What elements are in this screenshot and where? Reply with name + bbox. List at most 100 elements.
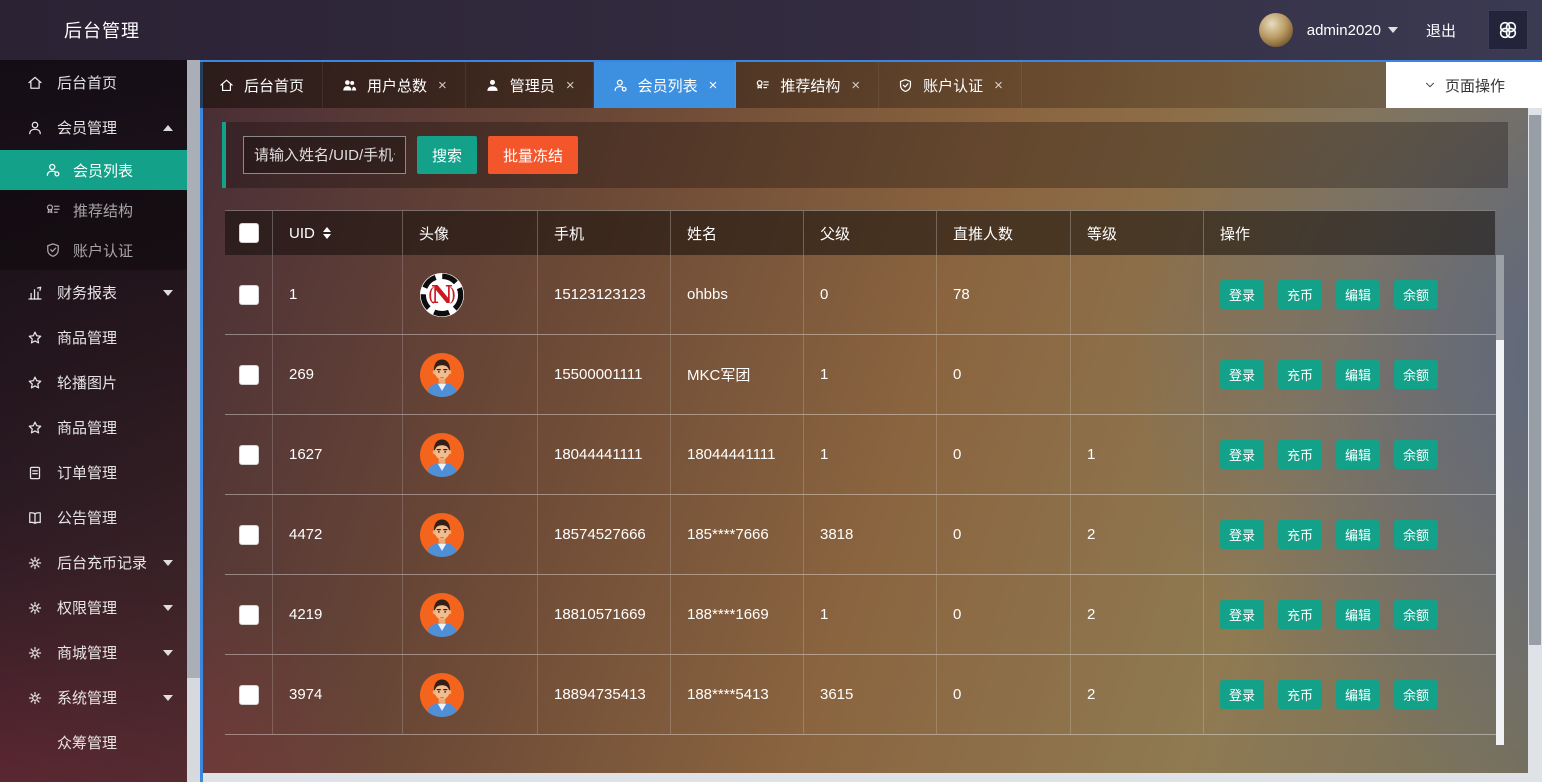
- shield-icon: [897, 77, 914, 94]
- droplet-icon: [26, 734, 44, 752]
- sidebar-item-3[interactable]: 推荐结构: [0, 190, 187, 230]
- login-button[interactable]: 登录: [1220, 520, 1264, 549]
- user-avatar[interactable]: [1259, 13, 1293, 47]
- login-button[interactable]: 登录: [1220, 680, 1264, 709]
- tab-0[interactable]: 后台首页: [200, 62, 323, 108]
- table-scrollbar[interactable]: [1496, 255, 1504, 745]
- login-button[interactable]: 登录: [1220, 440, 1264, 469]
- tab-1[interactable]: 用户总数 ×: [323, 62, 466, 108]
- sidebar-item-label: 系统管理: [57, 687, 163, 708]
- sidebar-item-10[interactable]: 公告管理: [0, 495, 187, 540]
- sidebar-item-6[interactable]: 商品管理: [0, 315, 187, 360]
- tab-close-icon[interactable]: ×: [709, 77, 718, 94]
- recharge-button[interactable]: 充币: [1278, 520, 1322, 549]
- sidebar-scrollbar[interactable]: [187, 60, 200, 782]
- column-label: UID: [289, 225, 315, 242]
- row-checkbox[interactable]: [239, 445, 259, 465]
- search-button[interactable]: 搜索: [417, 136, 477, 174]
- login-button[interactable]: 登录: [1220, 600, 1264, 629]
- sidebar-item-4[interactable]: 账户认证: [0, 230, 187, 270]
- tab-close-icon[interactable]: ×: [566, 77, 575, 94]
- sidebar-item-12[interactable]: 权限管理: [0, 585, 187, 630]
- cell-value: 4219: [289, 606, 322, 623]
- edit-button[interactable]: 编辑: [1336, 520, 1380, 549]
- referrals-cell: 0: [937, 415, 1071, 494]
- tab-4[interactable]: 推荐结构×: [736, 62, 879, 108]
- edit-button[interactable]: 编辑: [1336, 440, 1380, 469]
- row-checkbox[interactable]: [239, 525, 259, 545]
- tab-3[interactable]: 会员列表×: [594, 62, 737, 108]
- tab-close-icon[interactable]: ×: [438, 77, 447, 94]
- sidebar-item-8[interactable]: 商品管理: [0, 405, 187, 450]
- avatar-cell: [403, 575, 538, 654]
- actions-cell: 登录充币编辑余额: [1204, 415, 1496, 494]
- balance-button[interactable]: 余额: [1394, 600, 1438, 629]
- tab-label: 用户总数: [367, 75, 427, 96]
- recharge-button[interactable]: 充币: [1278, 600, 1322, 629]
- sidebar-item-0[interactable]: 后台首页: [0, 60, 187, 105]
- sidebar-scrollbar-thumb[interactable]: [187, 60, 200, 678]
- referrals-cell: 0: [937, 655, 1071, 734]
- theme-toggle-button[interactable]: [1488, 10, 1528, 50]
- balance-button[interactable]: 余额: [1394, 680, 1438, 709]
- row-checkbox[interactable]: [239, 685, 259, 705]
- row-checkbox[interactable]: [239, 605, 259, 625]
- balance-button[interactable]: 余额: [1394, 440, 1438, 469]
- edit-button[interactable]: 编辑: [1336, 680, 1380, 709]
- table-scrollbar-thumb[interactable]: [1496, 255, 1504, 340]
- sidebar-item-13[interactable]: 商城管理: [0, 630, 187, 675]
- search-input[interactable]: [243, 136, 406, 174]
- sidebar-item-9[interactable]: 订单管理: [0, 450, 187, 495]
- tab-close-icon[interactable]: ×: [851, 77, 860, 94]
- select-all-checkbox[interactable]: [239, 223, 259, 243]
- sidebar-item-11[interactable]: 后台充币记录: [0, 540, 187, 585]
- content-left-accent: [200, 60, 203, 782]
- edit-button[interactable]: 编辑: [1336, 360, 1380, 389]
- balance-button[interactable]: 余额: [1394, 520, 1438, 549]
- header-cell: 手机: [538, 211, 671, 255]
- recharge-button[interactable]: 充币: [1278, 440, 1322, 469]
- page-scrollbar[interactable]: [1528, 108, 1542, 782]
- sidebar-item-5[interactable]: 财务报表: [0, 270, 187, 315]
- actions-cell: 登录充币编辑余额: [1204, 495, 1496, 574]
- recharge-button[interactable]: 充币: [1278, 280, 1322, 309]
- uid-cell: 1627: [273, 415, 403, 494]
- member-avatar: [419, 592, 465, 638]
- recharge-button[interactable]: 充币: [1278, 680, 1322, 709]
- balance-button[interactable]: 余额: [1394, 280, 1438, 309]
- sidebar-item-1[interactable]: 会员管理: [0, 105, 187, 150]
- uid-cell: 3974: [273, 655, 403, 734]
- page-actions-button[interactable]: 页面操作: [1386, 62, 1542, 108]
- phone-cell: 18810571669: [538, 575, 671, 654]
- recharge-button[interactable]: 充币: [1278, 360, 1322, 389]
- sidebar-item-2[interactable]: 会员列表: [0, 150, 187, 190]
- tab-2[interactable]: 管理员×: [466, 62, 594, 108]
- batch-freeze-button[interactable]: 批量冻结: [488, 136, 578, 174]
- column-label: 直推人数: [953, 223, 1013, 244]
- level-cell: 2: [1071, 495, 1204, 574]
- balance-button[interactable]: 余额: [1394, 360, 1438, 389]
- sidebar-item-7[interactable]: 轮播图片: [0, 360, 187, 405]
- chevron-down-icon: [1423, 78, 1437, 92]
- tab-close-icon[interactable]: ×: [994, 77, 1003, 94]
- row-checkbox[interactable]: [239, 365, 259, 385]
- user-menu[interactable]: admin2020: [1307, 22, 1398, 39]
- sidebar-item-14[interactable]: 系统管理: [0, 675, 187, 720]
- cell-value: 2: [1087, 526, 1095, 543]
- sort-icon[interactable]: [323, 227, 331, 239]
- login-button[interactable]: 登录: [1220, 360, 1264, 389]
- row-checkbox[interactable]: [239, 285, 259, 305]
- level-cell: 1: [1071, 415, 1204, 494]
- page-scrollbar-thumb[interactable]: [1529, 115, 1541, 645]
- app-title: 后台管理: [64, 17, 140, 43]
- sidebar-item-15[interactable]: 众筹管理: [0, 720, 187, 765]
- edit-button[interactable]: 编辑: [1336, 600, 1380, 629]
- tab-5[interactable]: 账户认证×: [879, 62, 1022, 108]
- badge-icon: [44, 201, 62, 219]
- edit-button[interactable]: 编辑: [1336, 280, 1380, 309]
- cell-value: 1: [289, 286, 297, 303]
- login-button[interactable]: 登录: [1220, 280, 1264, 309]
- logout-button[interactable]: 退出: [1426, 20, 1456, 41]
- horizontal-scrollbar[interactable]: [200, 773, 1542, 782]
- tab-list: 后台首页用户总数×管理员×会员列表×推荐结构×账户认证×: [200, 62, 1022, 108]
